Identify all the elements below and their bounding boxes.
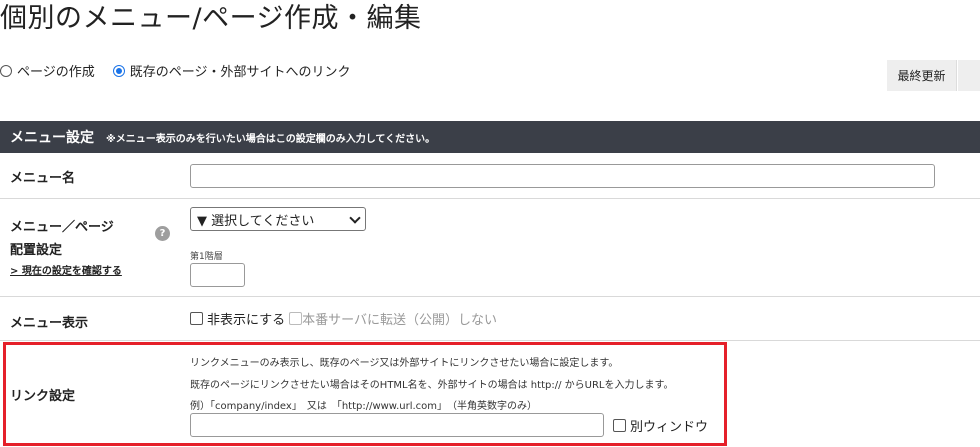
transfer-checkbox bbox=[289, 312, 303, 325]
radio-label: 既存のページ・外部サイトへのリンク bbox=[129, 65, 351, 80]
section-title: メニュー設定 bbox=[10, 130, 94, 146]
section-header: メニュー設定 ※メニュー表示のみを行いたい場合はこの設定欄のみ入力してください。 bbox=[0, 121, 980, 153]
page-title: 個別のメニュー/ページ作成・編集 bbox=[0, 3, 422, 34]
placement-label-line2: 配置設定 bbox=[10, 243, 63, 258]
menu-display-options: 非表示にする 本番サーバに転送（公開）しない bbox=[190, 309, 497, 328]
tab-next[interactable] bbox=[958, 60, 980, 91]
row-menu-display: メニュー表示 非表示にする 本番サーバに転送（公開）しない bbox=[0, 297, 980, 341]
link-url-input[interactable] bbox=[190, 413, 604, 437]
transfer-label: 本番サーバに転送（公開）しない bbox=[302, 313, 498, 328]
placement-select[interactable]: ▼ 選択してください bbox=[190, 207, 366, 231]
link-help-line1: リンクメニューのみ表示し、既存のページ又は外部サイトにリンクさせたい場合に設定し… bbox=[190, 358, 619, 369]
radio-create-page[interactable]: ページの作成 bbox=[0, 61, 95, 80]
mode-radio-group: ページの作成 既存のページ・外部サイトへのリンク bbox=[0, 61, 369, 80]
radio-link-existing[interactable]: 既存のページ・外部サイトへのリンク bbox=[112, 61, 351, 80]
hide-checkbox[interactable] bbox=[190, 312, 203, 325]
radio-button-selected[interactable] bbox=[112, 64, 125, 77]
radio-button[interactable] bbox=[0, 64, 12, 77]
link-example: 例）「company/index」 又は 「http://www.url.com… bbox=[190, 401, 538, 412]
placement-select-value: ▼ 選択してください bbox=[197, 213, 315, 229]
help-icon[interactable]: ? bbox=[155, 226, 170, 241]
check-current-settings-link[interactable]: > 現在の設定を確認する bbox=[10, 262, 122, 277]
row-menu-name: メニュー名 bbox=[0, 153, 980, 199]
row-placement: メニュー／ページ 配置設定 > 現在の設定を確認する ? ▼ 選択してください … bbox=[0, 199, 980, 297]
new-window-option: 別ウィンドウ bbox=[613, 416, 708, 435]
link-settings-label: リンク設定 bbox=[10, 389, 76, 404]
new-window-checkbox[interactable] bbox=[613, 419, 626, 432]
placement-label-line1: メニュー／ページ bbox=[10, 220, 114, 235]
new-window-label: 別ウィンドウ bbox=[630, 420, 709, 435]
hide-label: 非表示にする bbox=[207, 313, 286, 328]
link-help-line2: 既存のページにリンクさせたい場合はそのHTML名を、外部サイトの場合は http… bbox=[190, 380, 674, 391]
level-input[interactable] bbox=[190, 263, 245, 287]
menu-name-input[interactable] bbox=[190, 164, 935, 188]
level-label: 第1階層 bbox=[190, 252, 223, 262]
menu-display-label: メニュー表示 bbox=[10, 316, 89, 331]
chevron-down-icon bbox=[349, 212, 361, 224]
radio-label: ページの作成 bbox=[17, 65, 95, 80]
row-link-settings: リンク設定 リンクメニューのみ表示し、既存のページ又は外部サイトにリンクさせたい… bbox=[0, 341, 980, 447]
section-note: ※メニュー表示のみを行いたい場合はこの設定欄のみ入力してください。 bbox=[106, 133, 436, 145]
menu-name-label: メニュー名 bbox=[10, 171, 76, 186]
tab-last-updated[interactable]: 最終更新 bbox=[887, 60, 957, 91]
